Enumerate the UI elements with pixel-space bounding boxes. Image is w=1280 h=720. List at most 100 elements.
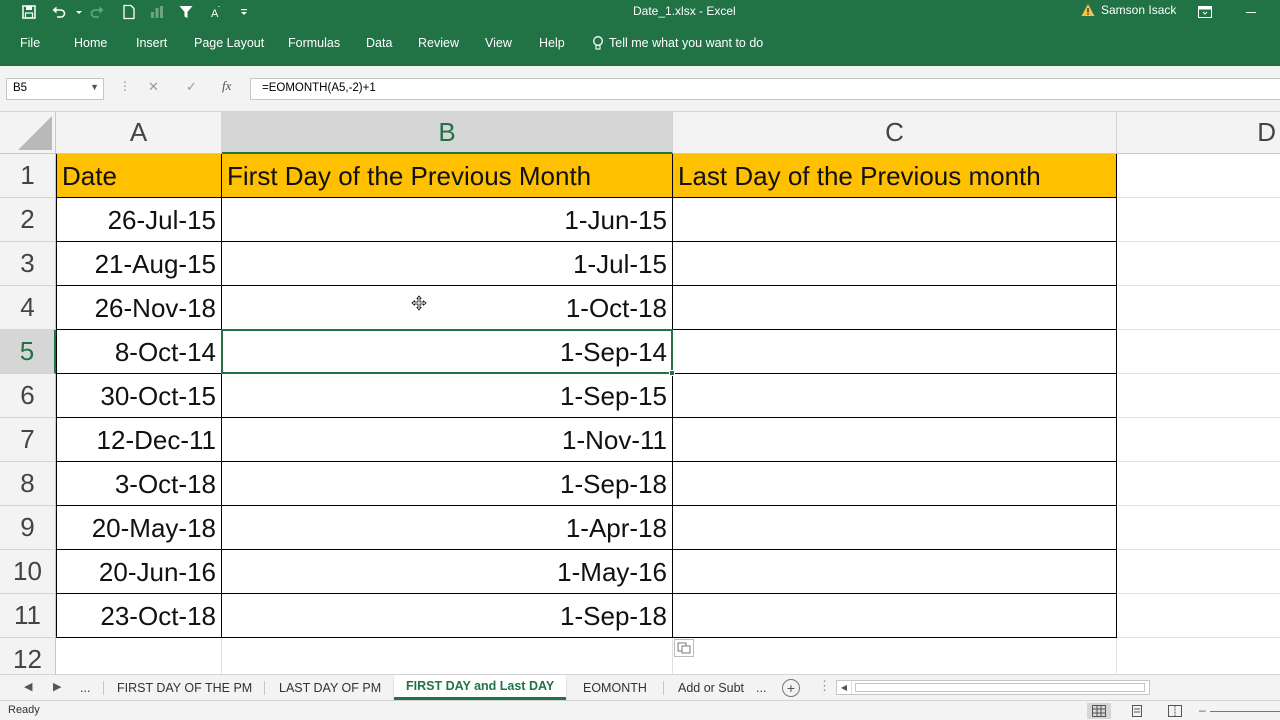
- sheet-tabs-overflow-left[interactable]: ...: [68, 675, 102, 700]
- worksheet-grid[interactable]: A B C D 1 2 3 4 5 6 7 8 9 10 11 12 Date …: [0, 112, 1280, 674]
- scroll-left-icon[interactable]: ◀: [837, 681, 852, 694]
- cell-a2[interactable]: 26-Jul-15: [57, 198, 221, 242]
- scrollbar-thumb[interactable]: [855, 683, 1145, 692]
- new-document-icon[interactable]: [118, 2, 140, 22]
- table-border: [56, 593, 1117, 594]
- cell-b1[interactable]: First Day of the Previous Month: [222, 154, 672, 198]
- row-header-5[interactable]: 5: [0, 330, 56, 374]
- page-break-preview-icon[interactable]: [1163, 703, 1187, 719]
- tab-insert[interactable]: Insert: [136, 36, 167, 50]
- scroll-tabs-right-icon[interactable]: ▶: [53, 680, 61, 693]
- tab-data[interactable]: Data: [366, 36, 392, 50]
- sheet-tab-first-day-and-last-day[interactable]: FIRST DAY and Last DAY: [394, 675, 567, 700]
- customize-toolbar-icon[interactable]: [233, 2, 255, 22]
- undo-icon[interactable]: [48, 2, 70, 22]
- tab-formulas[interactable]: Formulas: [288, 36, 340, 50]
- cell-b11[interactable]: 1-Sep-18: [222, 594, 672, 638]
- select-all-button[interactable]: [0, 112, 56, 154]
- row-header-8[interactable]: 8: [0, 462, 56, 506]
- fill-handle[interactable]: [669, 370, 675, 376]
- cell-a8[interactable]: 3-Oct-18: [57, 462, 221, 506]
- column-header-b[interactable]: B: [222, 112, 673, 154]
- cell-c1[interactable]: Last Day of the Previous month: [673, 154, 1116, 198]
- tab-file[interactable]: File: [20, 36, 40, 50]
- cell-b2[interactable]: 1-Jun-15: [222, 198, 672, 242]
- formula-input[interactable]: =EOMONTH(A5,-2)+1: [250, 78, 1280, 100]
- tab-splitter-icon[interactable]: ⋮: [818, 678, 831, 694]
- cell-a9[interactable]: 20-May-18: [57, 506, 221, 550]
- row-header-9[interactable]: 9: [0, 506, 56, 550]
- new-sheet-icon[interactable]: +: [782, 679, 800, 697]
- tab-help[interactable]: Help: [539, 36, 565, 50]
- row-header-10[interactable]: 10: [0, 550, 56, 594]
- table-border: [56, 461, 1117, 462]
- table-border: [1116, 154, 1117, 638]
- cell-a7[interactable]: 12-Dec-11: [57, 418, 221, 462]
- column-header-a[interactable]: A: [56, 112, 222, 154]
- window-title: Date_1.xlsx - Excel: [633, 4, 736, 18]
- table-border: [56, 637, 1117, 638]
- chart-icon[interactable]: [146, 2, 168, 22]
- redo-icon[interactable]: [86, 2, 108, 22]
- row-header-1[interactable]: 1: [0, 154, 56, 198]
- zoom-out-icon[interactable]: –: [1199, 703, 1206, 717]
- zoom-slider[interactable]: [1210, 711, 1280, 712]
- cancel-icon[interactable]: ✕: [148, 79, 159, 95]
- sheet-tab-add-or-subt[interactable]: Add or Subt: [666, 675, 748, 700]
- tab-view[interactable]: View: [485, 36, 512, 50]
- font-size-icon[interactable]: Aˇ: [205, 2, 227, 22]
- status-text: Ready: [8, 704, 40, 716]
- row-header-3[interactable]: 3: [0, 242, 56, 286]
- column-header-c[interactable]: C: [673, 112, 1117, 154]
- ribbon: File Home Insert Page Layout Formulas Da…: [0, 24, 1280, 66]
- horizontal-scrollbar[interactable]: ◀: [836, 680, 1150, 695]
- table-border: [672, 154, 673, 638]
- tab-review[interactable]: Review: [418, 36, 459, 50]
- cell-a11[interactable]: 23-Oct-18: [57, 594, 221, 638]
- minimize-icon[interactable]: [1240, 2, 1262, 22]
- chevron-down-icon[interactable]: ▼: [90, 82, 99, 92]
- page-layout-view-icon[interactable]: [1125, 703, 1149, 719]
- sheet-tab-first-day-of-the-pm[interactable]: FIRST DAY OF THE PM: [105, 675, 264, 700]
- insert-function-icon[interactable]: fx: [222, 78, 231, 94]
- tab-page-layout[interactable]: Page Layout: [194, 36, 264, 50]
- enter-icon[interactable]: ✓: [186, 79, 197, 95]
- warning-icon: [1081, 4, 1095, 16]
- cell-a4[interactable]: 26-Nov-18: [57, 286, 221, 330]
- save-icon[interactable]: [18, 2, 40, 22]
- ribbon-display-options-icon[interactable]: [1194, 2, 1216, 22]
- cell-b10[interactable]: 1-May-16: [222, 550, 672, 594]
- cell-a6[interactable]: 30-Oct-15: [57, 374, 221, 418]
- paste-options-icon[interactable]: [674, 639, 694, 657]
- formula-bar-grip-icon[interactable]: ⋮: [119, 79, 131, 93]
- row-header-11[interactable]: 11: [0, 594, 56, 638]
- scroll-tabs-left-icon[interactable]: ◀: [24, 680, 32, 693]
- row-header-2[interactable]: 2: [0, 198, 56, 242]
- row-header-7[interactable]: 7: [0, 418, 56, 462]
- tab-home[interactable]: Home: [74, 36, 107, 50]
- column-header-d[interactable]: D: [1117, 112, 1280, 154]
- cell-b7[interactable]: 1-Nov-11: [222, 418, 672, 462]
- sheet-tab-last-day-of-pm[interactable]: LAST DAY OF PM: [267, 675, 393, 700]
- cell-a10[interactable]: 20-Jun-16: [57, 550, 221, 594]
- table-border: [56, 197, 1117, 198]
- row-header-6[interactable]: 6: [0, 374, 56, 418]
- cell-a5[interactable]: 8-Oct-14: [57, 330, 221, 374]
- cell-a3[interactable]: 21-Aug-15: [57, 242, 221, 286]
- cell-a1[interactable]: Date: [57, 154, 221, 198]
- sheet-tab-eomonth[interactable]: EOMONTH: [571, 675, 659, 700]
- row-header-4[interactable]: 4: [0, 286, 56, 330]
- normal-view-icon[interactable]: [1087, 703, 1111, 719]
- filter-icon[interactable]: [175, 2, 197, 22]
- cell-b6[interactable]: 1-Sep-15: [222, 374, 672, 418]
- cell-b8[interactable]: 1-Sep-18: [222, 462, 672, 506]
- cell-b4[interactable]: 1-Oct-18: [222, 286, 672, 330]
- cell-b3[interactable]: 1-Jul-15: [222, 242, 672, 286]
- name-box[interactable]: B5 ▼: [6, 78, 104, 100]
- sheet-tabs-overflow-right[interactable]: ...: [752, 675, 770, 700]
- tell-me-search[interactable]: Tell me what you want to do: [592, 35, 763, 51]
- row-header-12[interactable]: 12: [0, 638, 56, 674]
- table-border: [221, 154, 222, 638]
- user-account[interactable]: Samson Isack: [1081, 3, 1176, 17]
- cell-b9[interactable]: 1-Apr-18: [222, 506, 672, 550]
